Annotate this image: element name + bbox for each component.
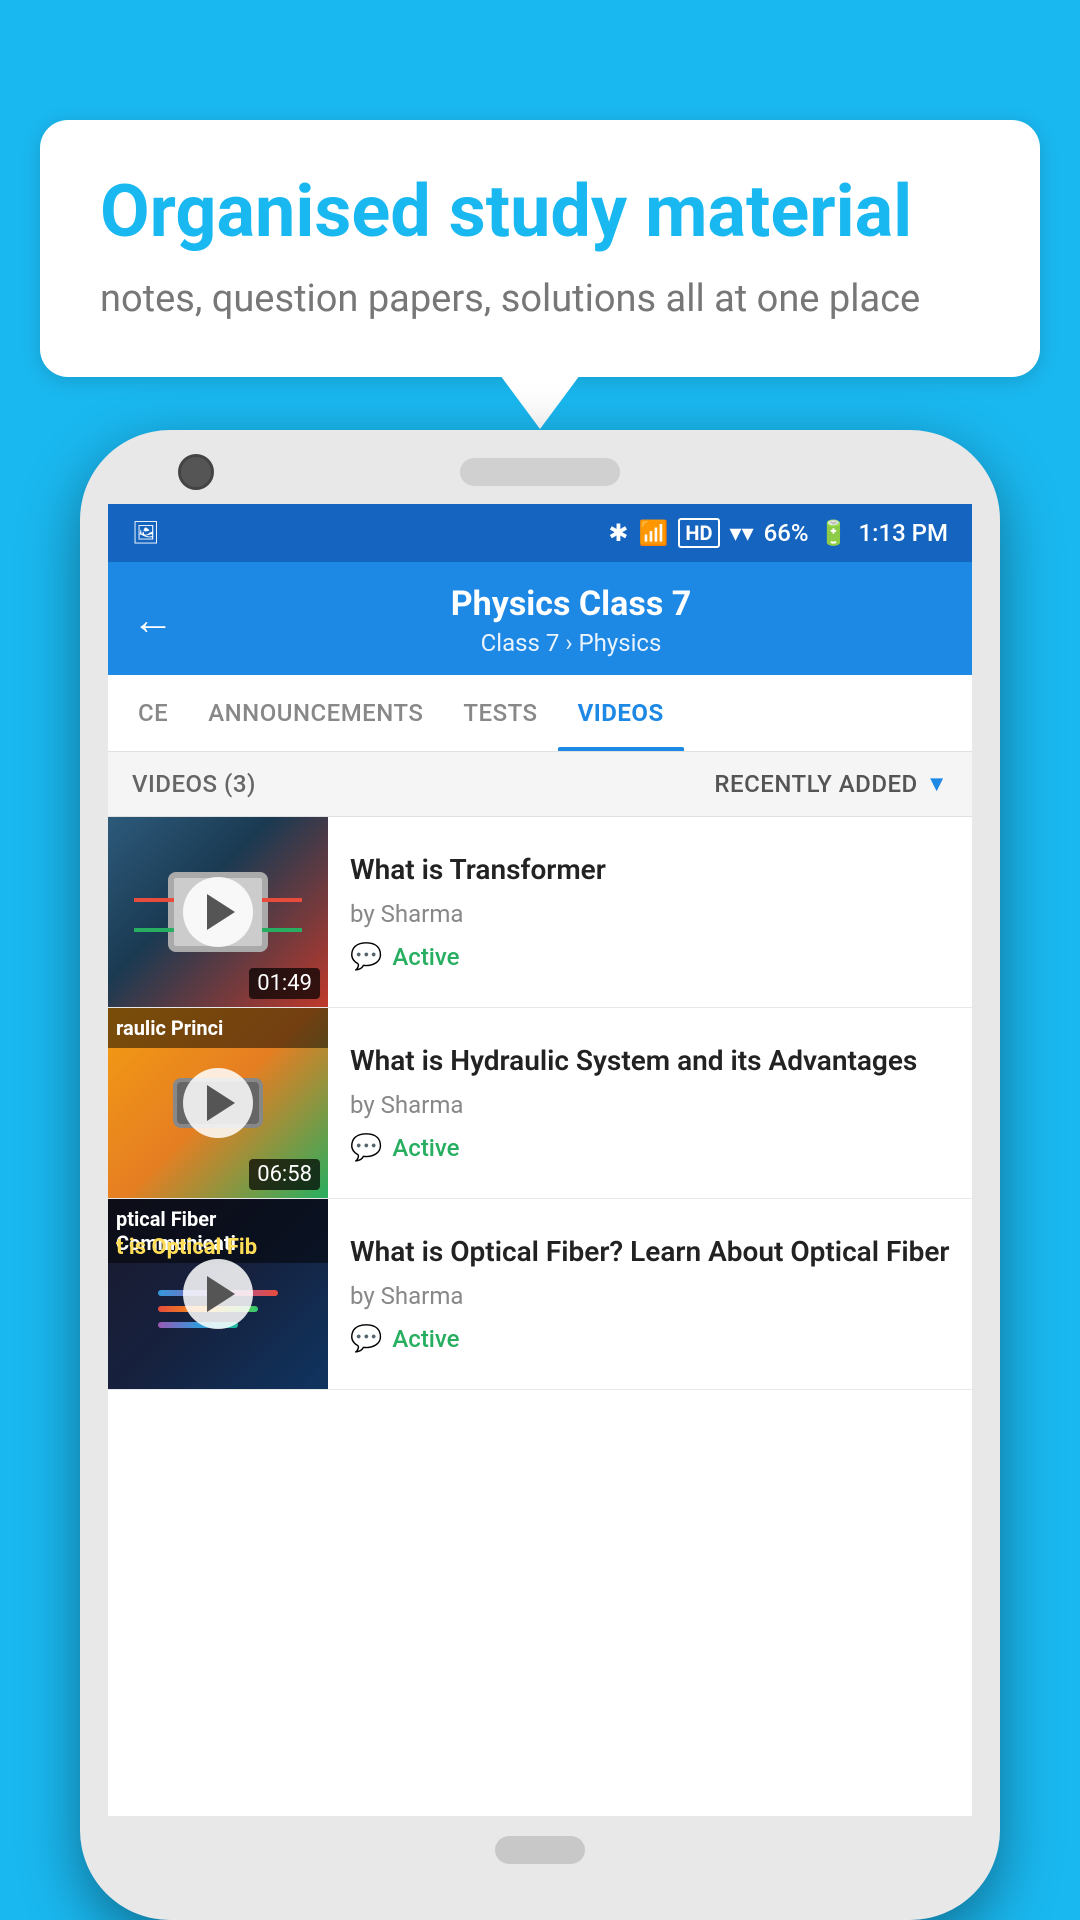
video-info-3: What is Optical Fiber? Learn About Optic… <box>328 1199 972 1389</box>
videos-header: VIDEOS (3) RECENTLY ADDED ▼ <box>108 752 972 817</box>
phone-screen: 🖼 ✱ 📶 HD ▾▾ 66% 🔋 1:13 PM ← Physics Clas… <box>108 504 972 1816</box>
speech-bubble-container: Organised study material notes, question… <box>40 120 1040 377</box>
tab-videos[interactable]: VIDEOS <box>558 675 684 751</box>
optical-label-2: t is Optical Fib <box>108 1235 328 1260</box>
signal-icon: 📶 <box>639 519 669 547</box>
play-icon-1 <box>207 894 235 930</box>
battery-icon: 🔋 <box>819 519 849 547</box>
video-thumbnail-3: ptical Fiber Communicati t is Optical Fi… <box>108 1199 328 1389</box>
video-info-1: What is Transformer by Sharma 💬 Active <box>328 817 972 1007</box>
header-subject: Physics <box>578 629 661 657</box>
header-subtitle: Class 7 › Physics <box>194 629 948 657</box>
video-author-3: by Sharma <box>350 1282 950 1310</box>
video-title-3: What is Optical Fiber? Learn About Optic… <box>350 1234 950 1270</box>
home-button <box>495 1836 585 1864</box>
video-title-1: What is Transformer <box>350 852 950 888</box>
image-icon: 🖼 <box>132 521 160 546</box>
active-badge-1: Active <box>392 943 459 971</box>
video-author-1: by Sharma <box>350 900 950 928</box>
active-badge-3: Active <box>392 1325 459 1353</box>
play-icon-3 <box>207 1276 235 1312</box>
sort-label: RECENTLY ADDED <box>714 770 917 798</box>
video-thumbnail-1: 01:49 <box>108 817 328 1007</box>
status-bar: 🖼 ✱ 📶 HD ▾▾ 66% 🔋 1:13 PM <box>108 504 972 562</box>
phone-top <box>108 458 972 486</box>
header-class: Class 7 <box>481 629 560 657</box>
home-button-area <box>108 1816 972 1894</box>
video-duration-1: 01:49 <box>249 968 320 999</box>
header-title: Physics Class 7 <box>194 584 948 625</box>
chat-icon-1: 💬 <box>350 942 382 972</box>
camera <box>178 454 214 490</box>
wifi-icon: ▾▾ <box>730 519 754 547</box>
chat-icon-3: 💬 <box>350 1324 382 1354</box>
chat-icon-2: 💬 <box>350 1133 382 1163</box>
video-list: 01:49 What is Transformer by Sharma 💬 Ac… <box>108 817 972 1390</box>
hd-badge: HD <box>678 518 719 548</box>
tabs-bar: CE ANNOUNCEMENTS TESTS VIDEOS <box>108 675 972 752</box>
play-icon-2 <box>207 1085 235 1121</box>
header-title-area: Physics Class 7 Class 7 › Physics <box>194 584 948 657</box>
bubble-subtitle: notes, question papers, solutions all at… <box>100 275 980 324</box>
wire-right <box>262 898 302 902</box>
back-button[interactable]: ← <box>132 596 174 645</box>
speaker-grille <box>460 458 620 486</box>
bluetooth-icon: ✱ <box>608 519 628 547</box>
play-button-1[interactable] <box>183 877 253 947</box>
app-header: ← Physics Class 7 Class 7 › Physics <box>108 562 972 675</box>
videos-count: VIDEOS (3) <box>132 770 256 798</box>
bubble-title: Organised study material <box>100 172 980 251</box>
chevron-down-icon: ▼ <box>926 771 948 797</box>
hydraulic-label: raulic Princi <box>108 1008 328 1048</box>
header-separator: › <box>565 629 578 657</box>
status-left: 🖼 <box>132 521 160 546</box>
list-item[interactable]: ptical Fiber Communicati t is Optical Fi… <box>108 1199 972 1390</box>
time-display: 1:13 PM <box>858 519 948 547</box>
video-thumbnail-2: raulic Princi 06:58 <box>108 1008 328 1198</box>
status-right: ✱ 📶 HD ▾▾ 66% 🔋 1:13 PM <box>608 518 948 548</box>
speech-bubble: Organised study material notes, question… <box>40 120 1040 377</box>
tab-tests[interactable]: TESTS <box>443 675 557 751</box>
list-item[interactable]: raulic Princi 06:58 What is Hydraulic Sy… <box>108 1008 972 1199</box>
video-duration-2: 06:58 <box>249 1159 320 1190</box>
list-item[interactable]: 01:49 What is Transformer by Sharma 💬 Ac… <box>108 817 972 1008</box>
battery-text: 66% <box>764 519 809 547</box>
wire-left2 <box>134 928 174 932</box>
video-info-2: What is Hydraulic System and its Advanta… <box>328 1008 972 1198</box>
phone: 🖼 ✱ 📶 HD ▾▾ 66% 🔋 1:13 PM ← Physics Clas… <box>80 430 1000 1920</box>
video-title-2: What is Hydraulic System and its Advanta… <box>350 1043 950 1079</box>
tab-announcements[interactable]: ANNOUNCEMENTS <box>188 675 443 751</box>
phone-container: 🖼 ✱ 📶 HD ▾▾ 66% 🔋 1:13 PM ← Physics Clas… <box>80 430 1000 1920</box>
active-badge-2: Active <box>392 1134 459 1162</box>
tab-ce[interactable]: CE <box>118 675 188 751</box>
video-author-2: by Sharma <box>350 1091 950 1119</box>
wire-right2 <box>262 928 302 932</box>
play-button-2[interactable] <box>183 1068 253 1138</box>
wire-left <box>134 898 174 902</box>
video-status-2: 💬 Active <box>350 1133 950 1163</box>
play-button-3[interactable] <box>183 1259 253 1329</box>
video-status-1: 💬 Active <box>350 942 950 972</box>
video-status-3: 💬 Active <box>350 1324 950 1354</box>
sort-dropdown[interactable]: RECENTLY ADDED ▼ <box>714 770 948 798</box>
